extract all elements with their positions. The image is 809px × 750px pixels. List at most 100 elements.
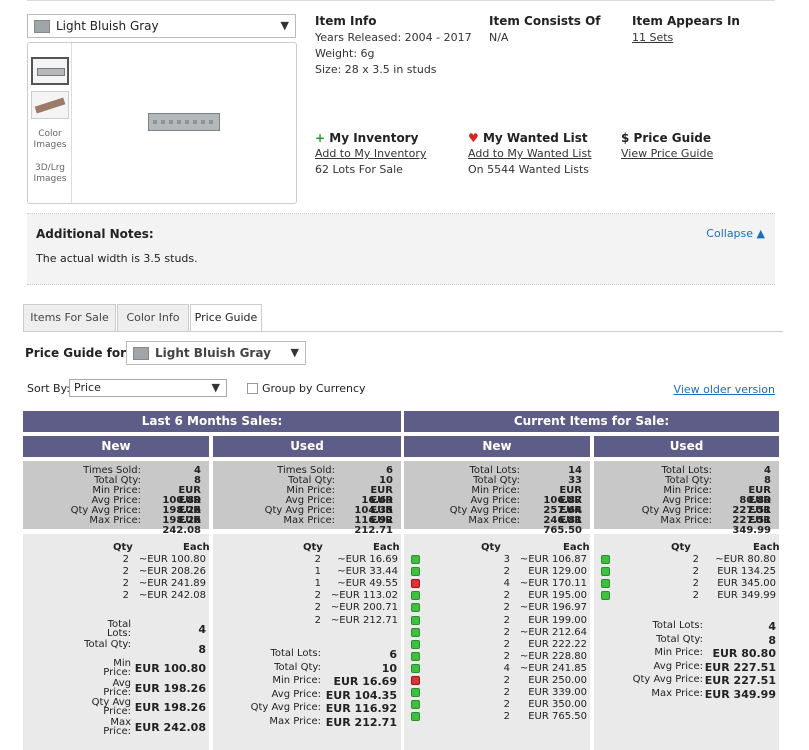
price-cell: ~EUR 208.26 [138,566,206,578]
chevron-down-icon: ▼ [280,19,289,32]
price-cell: ~EUR 33.44 [337,566,398,578]
consists-title: Item Consists Of [489,14,601,28]
each-header: Each [563,542,590,553]
summary-label: Max Price: [283,515,335,526]
green-status-icon [411,627,420,637]
add-to-inventory-link[interactable]: Add to My Inventory [315,146,426,162]
collapse-button[interactable]: Collapse ▲ [706,227,765,240]
current-new-details: Qty Each 3 ~EUR 106.87 2 EUR 129.00 4 ~EUR 17… [404,534,590,750]
total-value: 4 [768,620,776,633]
chevron-down-icon: ▼ [211,381,220,394]
color-swatch [34,19,50,33]
tab-color-info[interactable]: Color Info [117,304,189,331]
total-value: 4 [198,623,206,636]
total-value: EUR 104.35 [325,688,397,702]
color-images-link[interactable]: Color Images [30,129,70,151]
add-to-wanted-link[interactable]: Add to My Wanted List [468,146,592,162]
summary-row: Max Price: EUR 242.08 [23,515,209,536]
3d-images-link[interactable]: 3D/Lrg Images [30,163,70,185]
price-cell: ~EUR 170.11 [519,578,587,590]
total-label: Avg Price: [103,677,131,698]
green-status-icon [411,591,420,601]
summary-label: Max Price: [468,515,520,526]
price-cell: ~EUR 106.87 [519,554,587,565]
each-header: Each [183,542,210,553]
current-used-summary: Total Lots: 4 Total Qty: 8 Min Price: EUR 80.… [594,461,779,536]
green-status-icon [411,555,420,564]
qty-cell: 2 [122,590,129,602]
sold-new-header: New [23,436,209,457]
view-price-guide-link[interactable]: View Price Guide [621,146,713,162]
group-by-currency-checkbox[interactable] [247,383,258,394]
total-value: 6 [389,648,397,661]
each-header: Each [373,542,400,553]
qty-cell: 2 [503,566,510,578]
qty-cell: 2 [122,554,129,565]
price-cell: EUR 345.00 [717,578,776,590]
total-label: Avg Price: [653,660,703,672]
total-value: EUR 100.80 [134,662,206,675]
total-label: Total Lots: [106,619,131,639]
total-label: Qty Avg Price: [91,697,131,717]
sort-by-label: Sort By: [27,382,71,395]
sold-used-details: Qty Each 2 ~EUR 16.69 1 ~EUR 33.44 1 ~EUR 49.… [213,534,401,750]
dollar-icon: $ [621,131,630,145]
tab-price-guide[interactable]: Price Guide [190,304,262,332]
price-guide-title: Price Guide [633,131,712,145]
view-older-version-link[interactable]: View older version [674,383,775,396]
qty-header: Qty [481,542,501,553]
qty-cell: 2 [692,578,699,590]
price-cell: EUR 134.25 [717,566,776,578]
summary-value: EUR 212.71 [354,515,393,536]
price-guide-color-label: Light Bluish Gray [155,346,271,360]
qty-cell: 3 [503,554,510,565]
color-select-label: Light Bluish Gray [56,19,159,33]
color-select[interactable]: Light Bluish Gray ▼ [27,14,296,38]
price-guide-color-select[interactable]: Light Bluish Gray ▼ [126,341,306,365]
price-cell: ~EUR 212.71 [330,614,398,626]
total-label: Min Price: [103,658,131,678]
qty-cell: 2 [314,590,321,602]
green-status-icon [411,603,420,613]
tab-items-for-sale[interactable]: Items For Sale [23,304,116,331]
appears-in-sets-link[interactable]: 11 Sets [632,30,673,46]
sort-by-select[interactable]: Price ▼ [69,379,227,397]
consists-value: N/A [489,31,509,44]
total-label: Max Price: [651,688,703,699]
total-value: EUR 242.08 [134,720,206,734]
thumbnail-2[interactable] [31,91,69,119]
thumbnail-1[interactable] [31,57,69,85]
green-status-icon [601,567,610,577]
total-label: Total Lots: [270,648,321,659]
price-cell: ~EUR 242.08 [138,590,206,602]
qty-cell: 4 [503,578,510,590]
qty-cell: 1 [314,566,321,578]
tab-divider [23,331,783,332]
notes-title: Additional Notes: [36,227,154,241]
inventory-heading: + My Inventory [315,131,418,145]
total-label: Avg Price: [271,688,321,700]
price-cell: ~EUR 241.89 [138,578,206,590]
green-status-icon [411,688,420,698]
total-label: Min Price: [654,647,703,659]
qty-header: Qty [113,542,133,553]
summary-value: EUR 349.99 [732,515,771,536]
price-cell: EUR 339.00 [528,687,587,699]
summary-row: Max Price: EUR 212.71 [213,515,401,536]
years-released: Years Released: 2004 - 2017 [315,31,472,44]
sold-used-header: Used [213,436,401,457]
total-value: 8 [198,642,206,656]
total-label: Max Price: [103,716,131,737]
sold-used-summary: Times Sold: 6 Total Qty: 10 Min Price: EUR 16… [213,461,401,536]
wanted-title: My Wanted List [482,131,588,145]
total-value: 10 [381,661,397,675]
total-value: 8 [768,633,776,647]
summary-row: Max Price: EUR 765.50 [404,515,590,536]
green-status-icon [411,651,420,661]
summary-value: EUR 242.08 [162,515,201,536]
qty-cell: 2 [503,650,510,662]
qty-cell: 2 [692,590,699,602]
total-value: EUR 16.69 [333,675,397,689]
qty-cell: 2 [314,602,321,614]
total-value: EUR 198.26 [134,701,206,714]
